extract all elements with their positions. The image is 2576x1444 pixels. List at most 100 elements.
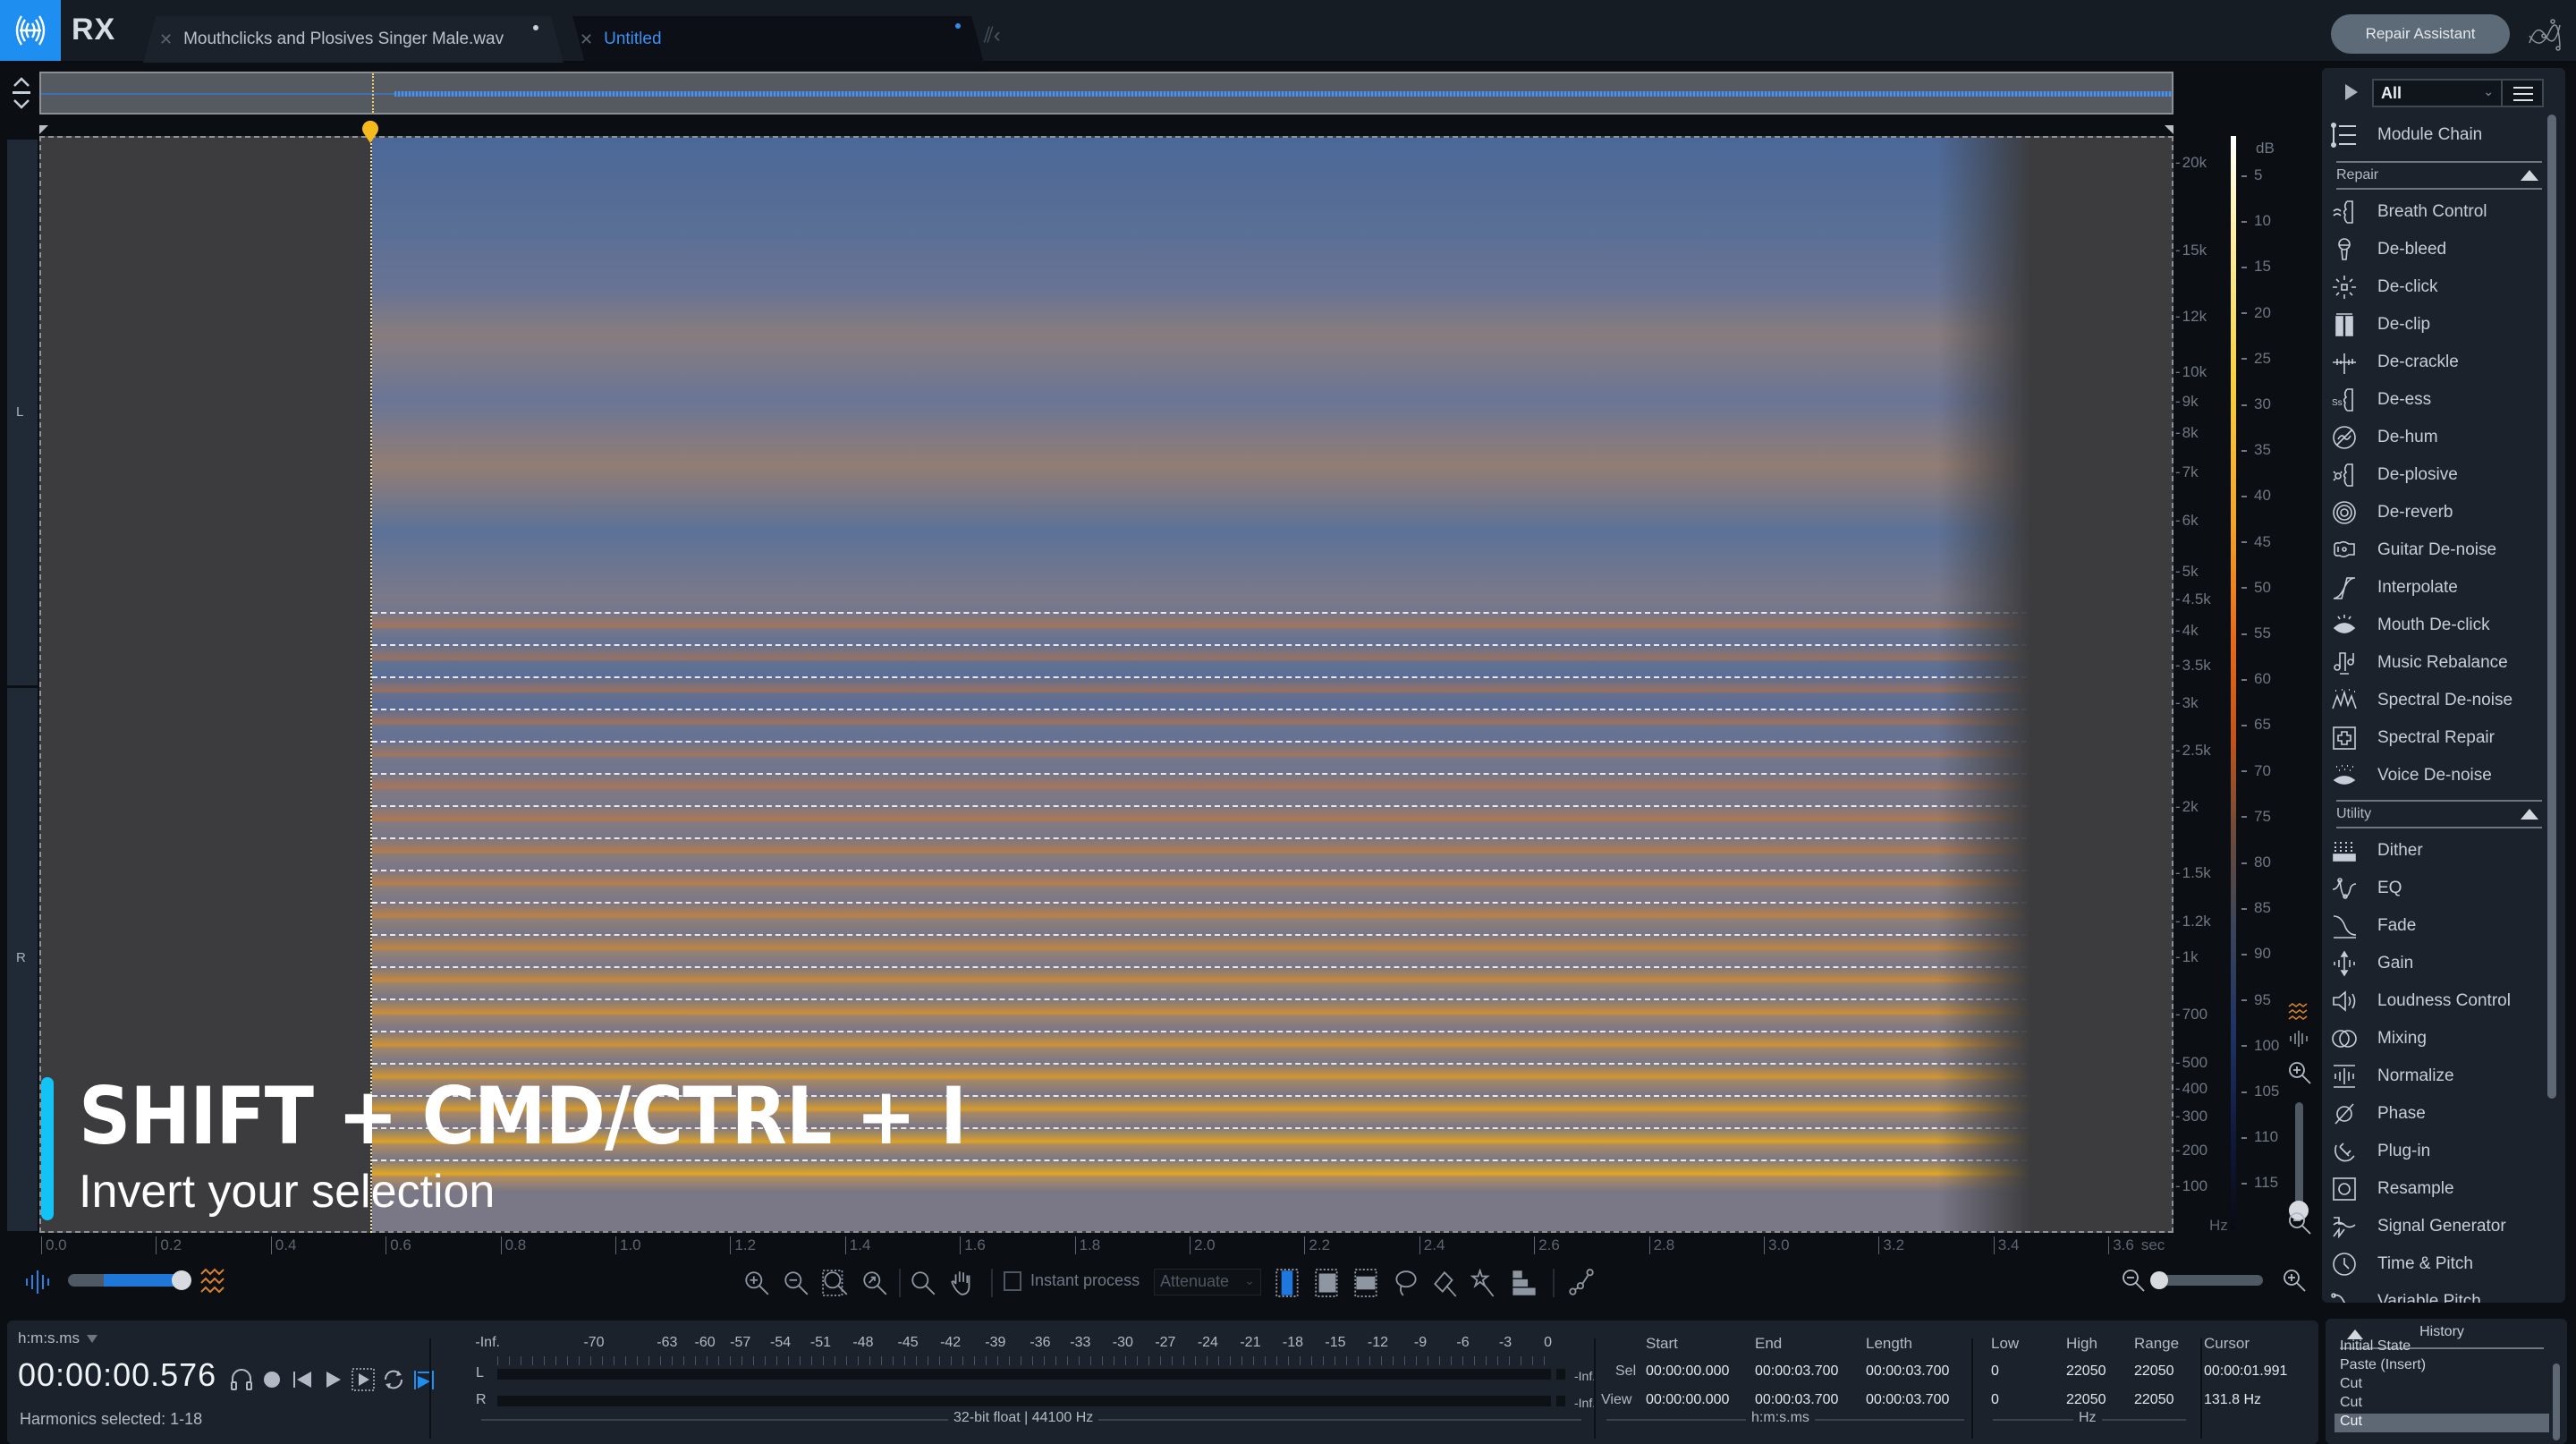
play-icon[interactable] [320, 1367, 345, 1392]
module-filter-select[interactable]: All ⌄ [2372, 79, 2503, 107]
module-item-resample[interactable]: Resample [2331, 1170, 2546, 1208]
info-high-value[interactable]: 22050 [2066, 1392, 2106, 1408]
history-item[interactable]: Paste (Insert) [2334, 1357, 2549, 1376]
neural-network-icon[interactable] [2524, 16, 2563, 55]
harmonic-band[interactable] [372, 837, 2072, 870]
spectrogram-opacity-icon[interactable] [199, 1267, 229, 1295]
module-item-loudness-control[interactable]: Loudness Control [2331, 982, 2546, 1020]
zoom-out-icon[interactable] [2286, 1210, 2313, 1236]
harmonic-band[interactable] [372, 741, 2072, 773]
frequency-axis[interactable]: 20k 15k 12k 10k 9k 8k 7k 6k 5k 4.5k 4k 3.5k 3k 2.5k 2k… [2175, 136, 2229, 1233]
module-item-plug-in[interactable]: Plug-in [2331, 1133, 2546, 1170]
blend-slider-knob[interactable] [172, 1270, 191, 1290]
harmonic-band[interactable] [372, 612, 2072, 644]
module-item-gain[interactable]: Gain [2331, 945, 2546, 982]
zoom-in-time-icon[interactable] [742, 1269, 771, 1297]
harmonic-band[interactable] [372, 1031, 2072, 1063]
playhead-handle-icon[interactable] [361, 120, 379, 143]
harmonic-band[interactable] [372, 805, 2072, 837]
module-chain-button[interactable]: Module Chain [2331, 120, 2482, 150]
collapse-icon[interactable] [2521, 809, 2538, 820]
horizontal-zoom-in-icon[interactable] [2281, 1267, 2308, 1294]
spectrogram-view[interactable] [39, 136, 2174, 1233]
module-item-normalize[interactable]: Normalize [2331, 1058, 2546, 1095]
harmonic-band[interactable] [372, 934, 2072, 966]
waveform-spectrogram-blend-slider[interactable] [68, 1270, 191, 1290]
info-start-value[interactable]: 00:00:00.000 [1646, 1363, 1729, 1380]
history-scrollbar[interactable] [2553, 1363, 2560, 1440]
history-item[interactable]: Cut [2334, 1395, 2549, 1414]
skip-to-start-icon[interactable] [290, 1367, 315, 1392]
module-item-dither[interactable]: Dither [2331, 832, 2546, 870]
time-format-select[interactable]: h:m:s.ms [18, 1329, 97, 1347]
info-low-value[interactable]: 0 [1991, 1363, 1999, 1380]
clip-indicator-left[interactable] [1556, 1369, 1565, 1380]
loop-icon[interactable] [381, 1367, 406, 1392]
frequency-selection-icon[interactable] [1352, 1269, 1381, 1297]
info-length-value[interactable]: 00:00:03.700 [1866, 1363, 1949, 1380]
info-end-value[interactable]: 00:00:03.700 [1755, 1392, 1838, 1408]
lasso-tool-icon[interactable] [1392, 1269, 1420, 1297]
zoom-fit-icon[interactable] [860, 1269, 889, 1297]
zoom-in-icon[interactable] [2286, 1059, 2313, 1086]
harmonic-selection-icon[interactable] [1510, 1269, 1538, 1297]
brush-tool-icon[interactable] [1431, 1269, 1460, 1297]
module-item-de-click[interactable]: De-click [2331, 268, 2546, 306]
harmonic-band[interactable] [372, 870, 2072, 902]
time-frequency-selection-icon[interactable] [1313, 1269, 1342, 1297]
module-item-spectral-de-noise[interactable]: Spectral De-noise [2331, 682, 2546, 719]
module-item-signal-generator[interactable]: Signal Generator [2331, 1208, 2546, 1245]
time-axis[interactable]: 0.0 0.2 0.4 0.6 0.8 1.0 1.2 1.4 1.6 1.8 2.0 2.2 2.4 2… [39, 1233, 2174, 1260]
module-item-voice-de-noise[interactable]: Voice De-noise [2331, 757, 2546, 794]
module-panel-scrollbar[interactable] [2547, 115, 2556, 1099]
module-item-fade[interactable]: Fade [2331, 907, 2546, 945]
harmonic-band[interactable] [372, 676, 2072, 709]
timecode-display[interactable]: 00:00:00.576 [18, 1356, 216, 1394]
module-item-music-rebalance[interactable]: Music Rebalance [2331, 644, 2546, 682]
waveform-view-icon[interactable] [2288, 1029, 2309, 1049]
info-low-value[interactable]: 0 [1991, 1392, 1999, 1408]
magic-wand-icon[interactable] [1470, 1269, 1499, 1297]
info-start-value[interactable]: 00:00:00.000 [1646, 1392, 1729, 1408]
module-item-de-ess[interactable]: Ss De-ess [2331, 381, 2546, 419]
history-item[interactable]: Cut [2334, 1376, 2549, 1395]
module-section-repair[interactable]: Repair [2336, 161, 2542, 190]
info-range-value[interactable]: 22050 [2134, 1392, 2174, 1408]
waveform-opacity-icon[interactable] [23, 1269, 52, 1295]
instant-process-checkbox[interactable] [1004, 1271, 1021, 1291]
tab-overflow-icon[interactable]: ⫽‹ [984, 23, 1001, 48]
module-item-guitar-de-noise[interactable]: Guitar De-noise [2331, 531, 2546, 569]
module-item-de-reverb[interactable]: De-reverb [2331, 494, 2546, 531]
spectrogram-image[interactable] [372, 138, 2072, 1231]
selection-start-marker[interactable] [39, 125, 48, 134]
preview-play-icon[interactable] [2345, 84, 2358, 100]
module-item-time-pitch[interactable]: Time & Pitch [2331, 1245, 2546, 1283]
repair-assistant-button[interactable]: Repair Assistant [2331, 14, 2510, 54]
waveform-overview[interactable] [39, 72, 2174, 115]
record-icon[interactable] [259, 1367, 284, 1392]
tab-untitled[interactable]: ✕ Untitled [572, 16, 984, 63]
module-item-de-hum[interactable]: De-hum [2331, 419, 2546, 456]
module-item-de-bleed[interactable]: De-bleed [2331, 231, 2546, 268]
horizontal-zoom-knob[interactable] [2150, 1271, 2168, 1289]
info-range-value[interactable]: 22050 [2134, 1363, 2174, 1380]
playhead-cursor[interactable] [370, 136, 372, 1233]
module-menu-button[interactable] [2501, 79, 2544, 107]
collapse-overview-icon[interactable] [9, 75, 34, 111]
spectrogram-view-icon[interactable] [2286, 1002, 2311, 1024]
level-envelope-icon[interactable] [1567, 1269, 1596, 1297]
harmonic-band[interactable] [372, 644, 2072, 676]
vertical-zoom-slider[interactable] [2295, 1102, 2303, 1208]
harmonic-band[interactable] [372, 966, 2072, 998]
db-colorbar[interactable] [2231, 136, 2236, 1229]
zoom-out-time-icon[interactable] [782, 1269, 810, 1297]
history-item[interactable]: Cut [2334, 1414, 2549, 1432]
module-item-eq[interactable]: EQ [2331, 870, 2546, 907]
collapse-icon[interactable] [2521, 170, 2538, 181]
module-item-breath-control[interactable]: Breath Control [2331, 193, 2546, 231]
time-selection-tool-icon[interactable] [1274, 1269, 1302, 1297]
follow-playhead-icon[interactable] [411, 1367, 436, 1392]
module-item-mouth-de-click[interactable]: Mouth De-click [2331, 607, 2546, 644]
module-item-spectral-repair[interactable]: Spectral Repair [2331, 719, 2546, 757]
module-item-de-crackle[interactable]: De-crackle [2331, 344, 2546, 381]
